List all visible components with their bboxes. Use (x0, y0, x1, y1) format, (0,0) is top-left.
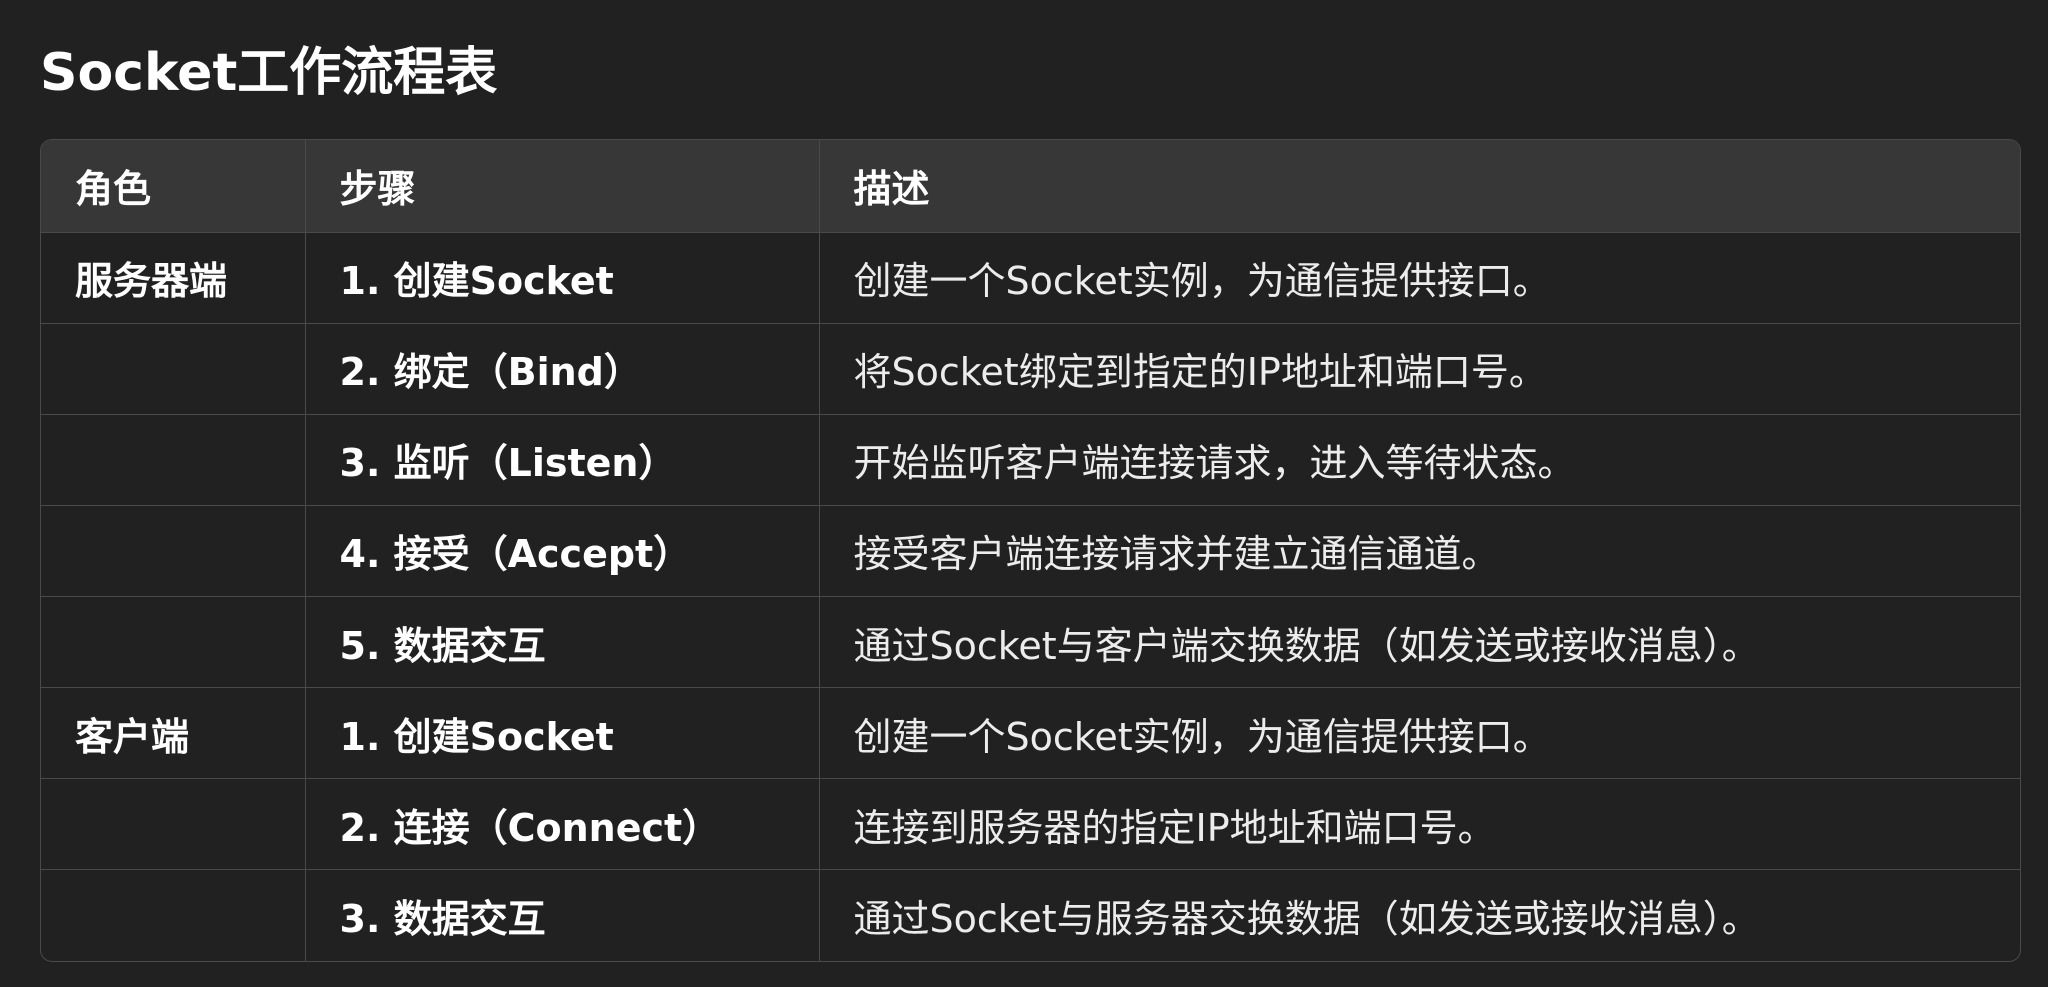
page: Socket工作流程表 角色 步骤 描述 服务器端 1. 创建Socket 创建… (0, 0, 2048, 987)
role-cell (41, 869, 306, 961)
role-cell (41, 778, 306, 871)
description-cell: 通过Socket与客户端交换数据（如发送或接收消息）。 (819, 596, 2020, 689)
step-cell: 1. 创建Socket (305, 232, 820, 324)
table-row: 2. 连接（Connect） 连接到服务器的指定IP地址和端口号。 (41, 778, 2020, 871)
step-cell: 2. 绑定（Bind） (305, 323, 820, 415)
description-cell: 通过Socket与服务器交换数据（如发送或接收消息）。 (853, 897, 1760, 942)
table-row: 2. 绑定（Bind） 将Socket绑定到指定的IP地址和端口号。 (41, 323, 2020, 415)
step-cell: 3. 监听（Listen） (305, 414, 820, 506)
socket-workflow-table: 角色 步骤 描述 服务器端 1. 创建Socket 创建一个Socket实例，为… (40, 139, 2021, 962)
header-role: 角色 (41, 140, 306, 233)
table-row: 3. 监听（Listen） 开始监听客户端连接请求，进入等待状态。 (41, 414, 2020, 506)
table-row: 4. 接受（Accept） 接受客户端连接请求并建立通信通道。 (41, 505, 2020, 598)
page-title: Socket工作流程表 (40, 43, 498, 103)
description-cell: 将Socket绑定到指定的IP地址和端口号。 (819, 323, 2020, 415)
table-row: 3. 数据交互 通过Socket与服务器交换数据（如发送或接收消息）。 (41, 869, 2020, 961)
description-cell: 创建一个Socket实例，为通信提供接口。 (819, 687, 2020, 780)
role-cell: 客户端 (41, 687, 306, 780)
role-cell (41, 505, 306, 598)
role-cell (41, 414, 306, 506)
step-cell: 3. 数据交互 (305, 869, 820, 961)
step-cell: 1. 创建Socket (305, 687, 820, 780)
table-row: 5. 数据交互 通过Socket与客户端交换数据（如发送或接收消息）。 (41, 596, 2020, 689)
description-cell: 开始监听客户端连接请求，进入等待状态。 (819, 414, 2020, 506)
step-cell: 2. 连接（Connect） (305, 778, 820, 871)
table-row: 服务器端 1. 创建Socket 创建一个Socket实例，为通信提供接口。 (41, 232, 2020, 324)
step-cell: 5. 数据交互 (305, 596, 820, 689)
description-cell: 连接到服务器的指定IP地址和端口号。 (819, 778, 2020, 871)
role-cell (41, 323, 306, 415)
header-step: 步骤 (305, 140, 820, 233)
table-row: 客户端 1. 创建Socket 创建一个Socket实例，为通信提供接口。 (41, 687, 2020, 780)
table-header-row: 角色 步骤 描述 (41, 140, 2020, 233)
description-cell: 接受客户端连接请求并建立通信通道。 (819, 505, 2020, 598)
step-cell: 4. 接受（Accept） (305, 505, 820, 598)
header-description: 描述 (819, 140, 2020, 233)
role-cell (41, 596, 306, 689)
role-cell: 服务器端 (41, 232, 306, 324)
description-cell: 创建一个Socket实例，为通信提供接口。 (819, 232, 2020, 324)
